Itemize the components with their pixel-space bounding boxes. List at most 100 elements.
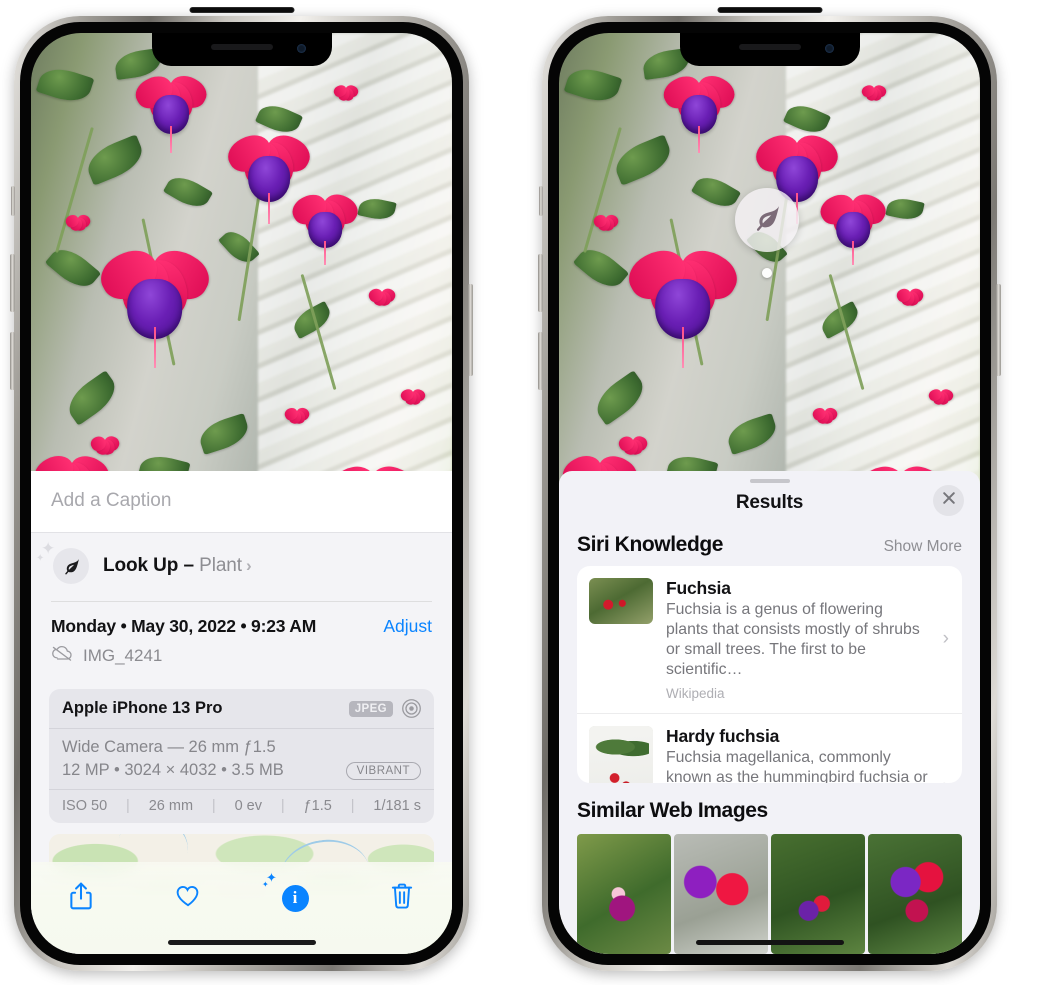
left-phone-bezel: ✦ ✦ Look Up – Plant› Mon (20, 22, 463, 965)
right-phone-device: Results Siri Knowledge Show More Fuchsia… (538, 7, 1001, 971)
right-phone-screen: Results Siri Knowledge Show More Fuchsia… (559, 33, 980, 954)
results-sheet: Results Siri Knowledge Show More Fuchsia… (559, 471, 980, 954)
right-phone-bezel: Results Siri Knowledge Show More Fuchsia… (548, 22, 991, 965)
leaf-icon (53, 548, 89, 584)
aperture-icon (401, 698, 422, 719)
icloud-slash-icon (51, 645, 74, 667)
style-badge: VIBRANT (345, 761, 421, 780)
earpiece-speaker-icon (210, 44, 273, 50)
mute-switch[interactable] (11, 186, 15, 216)
caption-input[interactable] (51, 490, 432, 512)
result-thumbnail (589, 577, 653, 624)
similar-web-images-header: Similar Web Images (559, 783, 980, 829)
device-notch (679, 33, 860, 66)
photo-info-sheet: ✦ ✦ Look Up – Plant› Mon (31, 471, 452, 954)
share-icon (68, 881, 94, 916)
close-button[interactable] (933, 484, 964, 516)
caption-row[interactable] (31, 471, 452, 533)
camera-model: Apple iPhone 13 Pro (62, 699, 223, 717)
adjust-button[interactable]: Adjust (383, 616, 432, 637)
visual-look-up-anchor-dot (762, 268, 772, 278)
result-text: Hardy fuchsia Fuchsia magellanica, commo… (666, 726, 948, 783)
chevron-right-icon: › (942, 628, 949, 650)
power-button[interactable] (468, 284, 473, 376)
visual-look-up-badge[interactable] (735, 188, 799, 252)
results-title: Results (735, 491, 804, 513)
result-title: Fuchsia (666, 577, 731, 598)
similar-web-images-strip[interactable] (559, 834, 980, 954)
list-item[interactable]: Hardy fuchsia Fuchsia magellanica, commo… (577, 712, 962, 783)
delete-button[interactable] (382, 878, 422, 918)
web-image-thumbnail[interactable] (674, 834, 768, 954)
home-indicator[interactable] (167, 940, 316, 945)
sparkle-icon-small: ✦ (36, 553, 45, 564)
file-name: IMG_4241 (83, 646, 163, 665)
volume-up-button[interactable] (538, 254, 543, 312)
similar-web-images-title: Similar Web Images (577, 799, 768, 822)
close-icon (942, 491, 956, 510)
chevron-right-icon: › (245, 556, 252, 575)
look-up-subject: Plant (199, 555, 242, 576)
exif-iso: ISO 50 (62, 798, 108, 814)
exif-shutter: 1/181 s (373, 798, 421, 814)
favorite-button[interactable] (168, 878, 208, 918)
format-badge: JPEG (348, 700, 393, 717)
look-up-label: Look Up – Plant › (103, 555, 252, 577)
exif-separator-1: | (126, 798, 130, 814)
look-up-row[interactable]: ✦ ✦ Look Up – Plant › (31, 533, 452, 601)
volume-down-button[interactable] (538, 332, 543, 390)
device-notch (151, 33, 332, 66)
left-phone-device: ✦ ✦ Look Up – Plant› Mon (10, 7, 473, 971)
leaf-icon (750, 201, 784, 240)
mute-switch[interactable] (539, 186, 543, 216)
list-item[interactable]: Fuchsia Fuchsia is a genus of flowering … (577, 566, 962, 713)
exif-separator-3: | (280, 798, 285, 814)
specs-line: 12 MP • 3024 × 4032 • 3.5 MB (62, 761, 284, 779)
volume-down-button[interactable] (10, 332, 15, 390)
siri-knowledge-card: Fuchsia Fuchsia is a genus of flowering … (577, 565, 962, 783)
front-camera-icon (296, 44, 306, 53)
info-icon: i (281, 884, 309, 912)
exif-row: ISO 50 | 26 mm | 0 ev | ƒ1.5 | 1/181 s (49, 790, 434, 823)
left-phone-screen: ✦ ✦ Look Up – Plant› Mon (31, 33, 452, 954)
result-source: Wikipedia (666, 685, 725, 701)
result-title: Hardy fuchsia (666, 725, 780, 746)
info-button[interactable]: ✦ ✦ i (262, 870, 315, 918)
earpiece-speaker-icon (738, 44, 801, 50)
exif-exposure: 0 ev (234, 798, 263, 814)
share-button[interactable] (61, 878, 101, 918)
web-image-thumbnail[interactable] (868, 834, 962, 954)
camera-specs-row: 12 MP • 3024 × 4032 • 3.5 MB VIBRANT (62, 761, 421, 780)
camera-header-badges: JPEG (348, 698, 422, 719)
date-block: Monday • May 30, 2022 • 9:23 AM Adjust I… (31, 602, 452, 679)
trash-icon (389, 881, 415, 916)
sparkle-icon-small: ✦ (262, 880, 269, 889)
home-indicator[interactable] (695, 940, 844, 945)
show-more-button[interactable]: Show More (884, 538, 962, 556)
lens-line: Wide Camera — 26 mm ƒ1.5 (62, 738, 276, 756)
exif-separator-2: | (211, 798, 216, 814)
camera-card-header: Apple iPhone 13 Pro JPEG (49, 689, 434, 729)
chevron-right-icon: › (943, 776, 949, 783)
look-up-title: Look Up (103, 555, 179, 576)
web-image-thumbnail[interactable] (577, 834, 671, 954)
result-description: Fuchsia is a genus of flowering plants t… (666, 600, 920, 679)
front-camera-icon (824, 44, 834, 53)
power-button[interactable] (996, 284, 1001, 376)
result-text: Fuchsia Fuchsia is a genus of flowering … (666, 578, 948, 701)
exif-focal: 26 mm (148, 798, 194, 814)
heart-icon (175, 881, 201, 916)
file-line: IMG_4241 (51, 645, 432, 667)
camera-info-card: Apple iPhone 13 Pro JPEG Wide Camera — 2… (49, 689, 434, 823)
volume-up-button[interactable] (10, 254, 15, 312)
results-header: Results (559, 483, 980, 527)
siri-knowledge-title: Siri Knowledge (577, 532, 724, 556)
web-image-thumbnail[interactable] (771, 834, 865, 954)
result-thumbnail (589, 725, 653, 783)
earpiece-slot (717, 7, 822, 13)
screenshot-stage: ✦ ✦ Look Up – Plant› Mon (0, 0, 1055, 985)
photo-date: Monday • May 30, 2022 • 9:23 AM (51, 616, 317, 636)
exif-separator-4: | (350, 798, 355, 814)
date-line: Monday • May 30, 2022 • 9:23 AM Adjust (51, 616, 432, 637)
siri-knowledge-header: Siri Knowledge Show More (559, 527, 980, 566)
